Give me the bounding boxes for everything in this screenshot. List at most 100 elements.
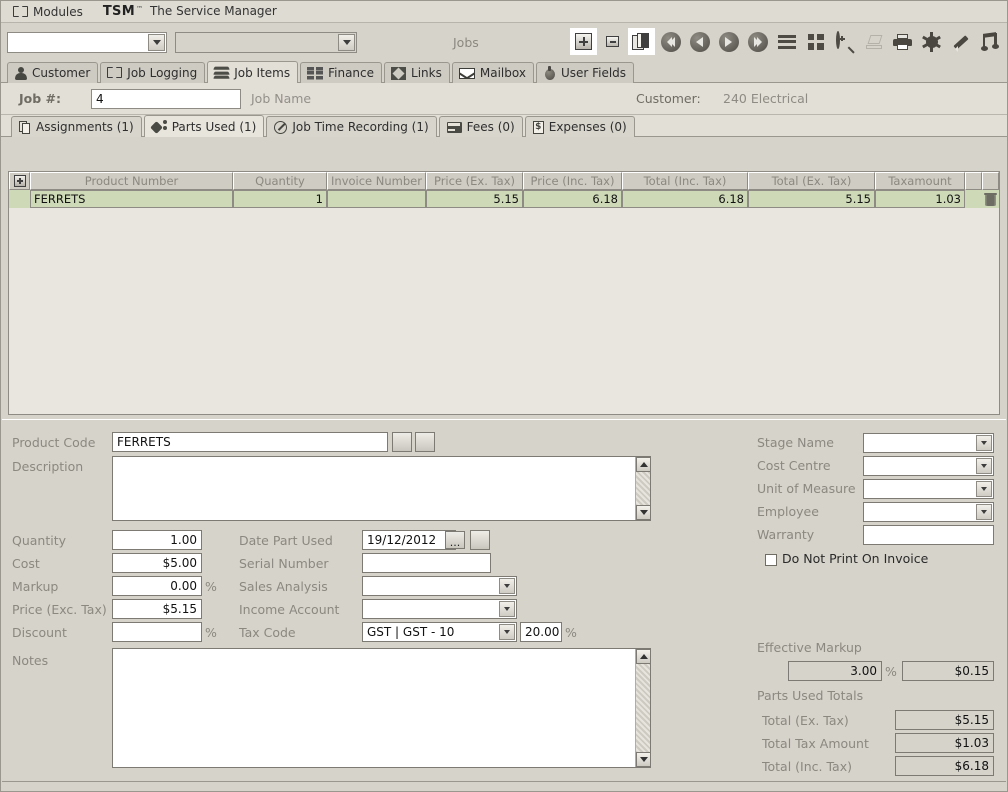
chevron-down-icon[interactable] <box>976 458 992 474</box>
tab-mailbox[interactable]: Mailbox <box>452 62 534 83</box>
cell-price-inc-tax[interactable]: 6.18 <box>523 190 622 208</box>
record-selector-combo[interactable] <box>175 32 357 53</box>
clear-button[interactable] <box>860 28 887 55</box>
tab-links[interactable]: Links <box>384 62 450 83</box>
table-row[interactable]: FERRETS 1 5.15 6.18 6.18 5.15 1.03 <box>9 190 999 208</box>
music-note-icon <box>982 33 998 51</box>
markup-input[interactable]: 0.00 <box>112 576 202 596</box>
chevron-down-icon[interactable] <box>338 34 355 51</box>
first-record-button[interactable] <box>657 28 684 55</box>
cell-price-ex-tax[interactable]: 5.15 <box>426 190 523 208</box>
tax-rate-input[interactable]: 20.00 <box>520 622 562 642</box>
grid-col-quantity[interactable]: Quantity <box>233 172 327 190</box>
cost-input[interactable]: $5.00 <box>112 553 202 573</box>
grid-col-price-inc-tax[interactable]: Price (Inc. Tax) <box>523 172 622 190</box>
sales-analysis-select[interactable] <box>362 576 517 596</box>
copy-record-button[interactable] <box>628 28 655 55</box>
module-selector-combo[interactable] <box>7 32 167 53</box>
product-code-input[interactable]: FERRETS <box>112 432 388 452</box>
date-part-used-input[interactable]: 19/12/2012 <box>362 530 456 550</box>
grid-col-invoice-number[interactable]: Invoice Number <box>327 172 426 190</box>
grid-col-total-ex-tax[interactable]: Total (Ex. Tax) <box>748 172 875 190</box>
settings-button[interactable] <box>918 28 945 55</box>
edit-button[interactable] <box>947 28 974 55</box>
grid-col-product-number[interactable]: Product Number <box>30 172 233 190</box>
previous-record-button[interactable] <box>686 28 713 55</box>
scroll-down-button[interactable] <box>636 505 651 520</box>
scroll-up-button[interactable] <box>636 649 651 664</box>
cell-product-number[interactable]: FERRETS <box>30 190 233 208</box>
product-lookup-button[interactable] <box>392 432 412 452</box>
grid-col-total-inc-tax[interactable]: Total (Inc. Tax) <box>622 172 748 190</box>
next-record-button[interactable] <box>715 28 742 55</box>
row-delete-button[interactable] <box>982 190 999 208</box>
tile-view-button[interactable] <box>802 28 829 55</box>
tab-job-items[interactable]: Job Items <box>207 61 298 83</box>
subtab-expenses-label: Expenses (0) <box>549 120 627 134</box>
chevron-down-icon[interactable] <box>499 578 515 594</box>
cell-invoice-number[interactable] <box>327 190 426 208</box>
fast-forward-icon <box>748 32 768 52</box>
chevron-down-icon[interactable] <box>499 601 515 617</box>
chevron-down-icon[interactable] <box>976 481 992 497</box>
notes-scrollbar[interactable] <box>635 649 650 767</box>
price-ex-tax-input[interactable]: $5.15 <box>112 599 202 619</box>
chevron-down-icon[interactable] <box>976 435 992 451</box>
quantity-input[interactable]: 1.00 <box>112 530 202 550</box>
chevron-down-icon[interactable] <box>148 34 165 51</box>
cell-taxamount[interactable]: 1.03 <box>875 190 965 208</box>
cell-total-inc-tax[interactable]: 6.18 <box>622 190 748 208</box>
discount-input[interactable] <box>112 622 202 642</box>
product-detail-button[interactable] <box>415 432 435 452</box>
tab-job-logging[interactable]: Job Logging <box>100 62 205 83</box>
effective-markup-label: Effective Markup <box>757 640 862 655</box>
list-view-button[interactable] <box>773 28 800 55</box>
description-textarea[interactable] <box>112 456 651 521</box>
date-picker-button[interactable]: ... <box>445 531 465 549</box>
serial-number-input[interactable] <box>362 553 491 573</box>
notes-textarea[interactable] <box>112 648 651 768</box>
scroll-down-button[interactable] <box>636 752 651 767</box>
subtab-assignments[interactable]: Assignments (1) <box>11 116 142 137</box>
scroll-up-button[interactable] <box>636 457 651 472</box>
subtab-fees[interactable]: Fees (0) <box>439 116 523 137</box>
grid-add-row-button[interactable] <box>9 172 30 190</box>
icon-toolbar <box>570 28 1003 55</box>
cost-centre-select[interactable] <box>863 456 994 476</box>
brand-full-label: The Service Manager <box>150 4 277 18</box>
cell-quantity[interactable]: 1 <box>233 190 327 208</box>
search-button[interactable] <box>831 28 858 55</box>
app-brand: TSM ™ The Service Manager <box>103 4 277 19</box>
subtab-expenses[interactable]: $ Expenses (0) <box>525 116 635 137</box>
tab-finance[interactable]: Finance <box>300 62 382 83</box>
warranty-input[interactable] <box>863 525 994 545</box>
do-not-print-checkbox[interactable] <box>765 554 777 566</box>
add-record-button[interactable] <box>570 28 597 55</box>
menu-modules[interactable]: Modules <box>7 5 89 19</box>
row-selector-cell[interactable] <box>9 190 30 208</box>
print-button[interactable] <box>889 28 916 55</box>
tab-user-fields[interactable]: User Fields <box>536 62 634 83</box>
job-number-input[interactable] <box>91 89 241 109</box>
last-record-button[interactable] <box>744 28 771 55</box>
trash-icon <box>985 193 996 206</box>
grid-col-price-ex-tax[interactable]: Price (Ex. Tax) <box>426 172 523 190</box>
notes-label: Notes <box>12 653 48 668</box>
subtab-job-time-recording[interactable]: Job Time Recording (1) <box>266 116 436 137</box>
description-scrollbar[interactable] <box>635 457 650 520</box>
chevron-down-icon[interactable] <box>976 504 992 520</box>
unit-of-measure-select[interactable] <box>863 479 994 499</box>
tax-code-select[interactable]: GST | GST - 10 <box>362 622 517 642</box>
subtab-parts-used[interactable]: Parts Used (1) <box>144 115 265 137</box>
chevron-down-icon[interactable] <box>499 624 515 640</box>
notes-button[interactable] <box>976 28 1003 55</box>
date-clear-button[interactable] <box>470 530 490 550</box>
employee-select[interactable] <box>863 502 994 522</box>
cell-total-ex-tax[interactable]: 5.15 <box>748 190 875 208</box>
delete-record-button[interactable] <box>599 28 626 55</box>
stage-name-select[interactable] <box>863 433 994 453</box>
income-account-select[interactable] <box>362 599 517 619</box>
tab-customer[interactable]: Customer <box>7 62 98 83</box>
stage-name-label: Stage Name <box>757 435 834 450</box>
grid-col-taxamount[interactable]: Taxamount <box>875 172 965 190</box>
